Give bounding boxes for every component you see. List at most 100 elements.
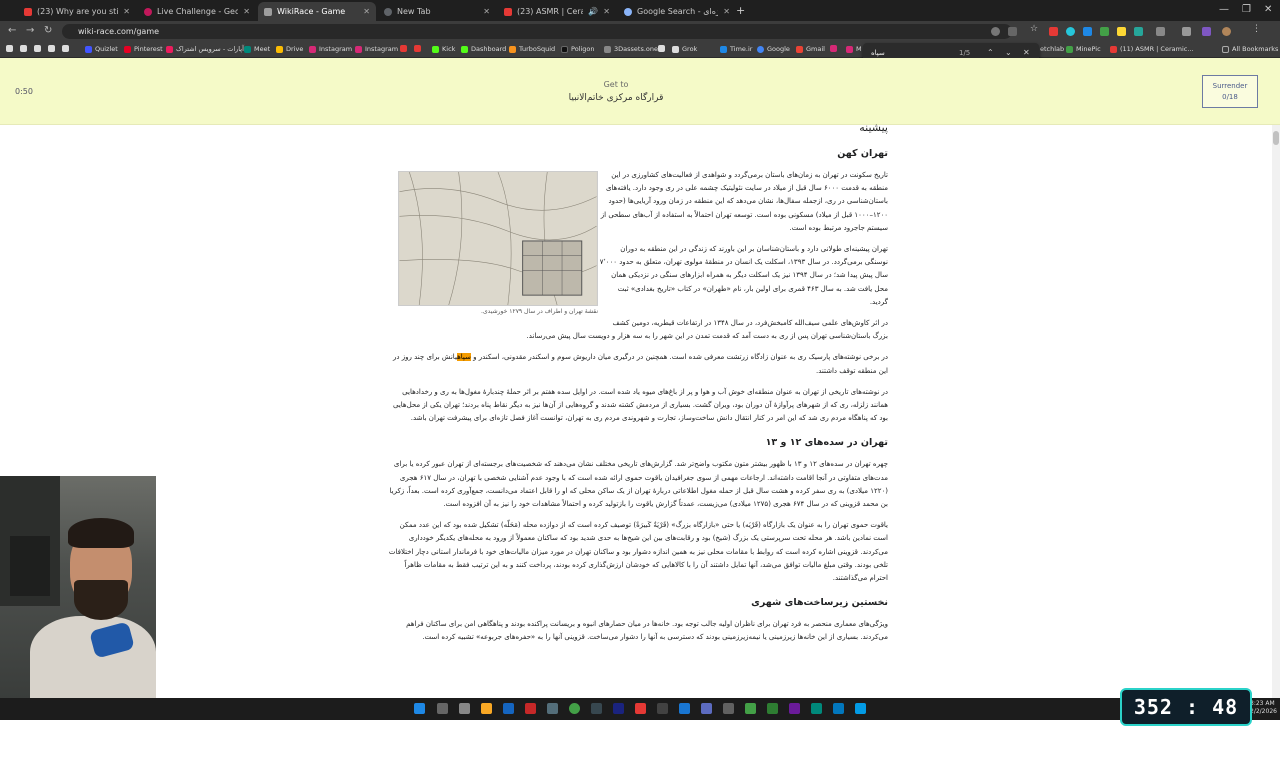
bookmark-square[interactable] [48,45,55,52]
tab-google-search[interactable]: Google Search - واژه‌ای✕ [618,2,736,21]
steam-icon[interactable] [613,703,624,714]
close-icon[interactable]: ✕ [123,7,130,16]
bookmark-minepic[interactable]: MinePic [1066,45,1101,53]
tehran-map-image[interactable] [398,171,598,306]
bookmark-m[interactable]: M [846,45,862,53]
bookmark-instagram[interactable]: Instagram [309,45,352,53]
discord-icon[interactable] [701,703,712,714]
search-icon[interactable] [503,703,514,714]
chrome-icon[interactable] [569,703,580,714]
app-icon[interactable] [679,703,690,714]
bookmark-dashboard[interactable]: Dashboard [461,45,506,53]
bookmark-pinterest[interactable]: Pinterest [124,45,163,53]
bookmark-grok[interactable]: Grok [672,45,697,53]
close-window-button[interactable]: ✕ [1264,4,1272,15]
bookmark-instagram[interactable] [830,45,837,52]
app-icon[interactable] [789,703,800,714]
system-clock[interactable]: 3:23 AM 2/2/2026 [1250,700,1277,716]
avatar[interactable] [1222,27,1231,36]
paragraph: در برخی نوشته‌های پارسیک ری به عنوان زاد… [393,353,888,375]
bookmark-turbosquid[interactable]: TurboSquid [509,45,555,53]
extension-icon[interactable] [1134,27,1143,36]
windows-start-icon[interactable] [414,703,425,714]
tab-new-tab[interactable]: New Tab ✕ [378,2,496,21]
app-icon[interactable] [635,703,646,714]
bookmark-square[interactable] [658,45,665,52]
app-icon[interactable] [811,703,822,714]
scrollbar-thumb[interactable] [1273,131,1279,145]
bookmark-youtube[interactable] [414,45,421,52]
bookmark-etchlab[interactable]: etchlab [1040,45,1064,53]
speaker-icon[interactable]: 🔊 [588,7,598,16]
all-bookmarks[interactable]: All Bookmarks [1222,45,1278,53]
bookmark-square[interactable] [6,45,13,52]
menu-icon[interactable]: ⋮ [1252,24,1261,34]
tab-youtube-2[interactable]: (23) ASMR | Ceramic Keycaps🔊✕ [498,2,616,21]
bookmark-drive[interactable]: Drive [276,45,303,53]
close-icon[interactable]: ✕ [723,7,730,16]
bookmark-aparat[interactable]: آپارات - سرویس اشتراک [166,45,244,53]
star-icon[interactable]: ☆ [1030,24,1039,34]
bookmark-square[interactable] [62,45,69,52]
extension-icon[interactable] [1049,27,1058,36]
url-input[interactable]: wiki-race.com/game [62,24,1012,39]
bookmark-3dassets[interactable]: 3Dassets.one [604,45,658,53]
obs-icon[interactable] [657,703,668,714]
bookmark-square[interactable] [20,45,27,52]
app-icon[interactable] [767,703,778,714]
reload-button[interactable]: ↻ [44,25,52,36]
close-icon[interactable]: ✕ [603,7,610,16]
streamer-body [30,616,156,698]
surrender-button[interactable]: Surrender 0/18 [1202,75,1258,108]
close-icon[interactable]: ✕ [483,7,490,16]
close-icon[interactable]: ✕ [243,7,250,16]
new-tab-button[interactable]: + [736,4,745,17]
settings-icon[interactable] [547,703,558,714]
tab-wikirace[interactable]: WikiRace - Game ✕ [258,2,376,21]
app-icon[interactable] [525,703,536,714]
eye-off-icon[interactable] [1008,27,1017,36]
bookmark-meet[interactable]: Meet [244,45,270,53]
find-input[interactable]: سپاه [871,49,885,57]
minimize-button[interactable]: — [1219,4,1229,15]
extension-icon[interactable] [1066,27,1075,36]
puzzle-icon[interactable] [1156,27,1165,36]
surrender-count: 0/18 [1222,93,1238,101]
app-icon[interactable] [833,703,844,714]
page-scrollbar[interactable] [1272,125,1280,700]
sidepanel-icon[interactable] [1202,27,1211,36]
find-prev-button[interactable]: ⌃ [987,48,994,57]
tab-youtube-1[interactable]: (23) Why are you still in touch w✕ [18,2,136,21]
app-icon[interactable] [745,703,756,714]
bookmark-instagram[interactable]: Instagram [355,45,398,53]
bookmark-timeir[interactable]: Time.ir [720,45,752,53]
app-icon[interactable] [459,703,470,714]
bookmark-youtube-asmr[interactable]: (11) ASMR | Ceramic... [1110,45,1194,53]
incognito-icon[interactable] [991,27,1000,36]
tab-geoguessr[interactable]: Live Challenge - GeoGuessr✕ [138,2,256,21]
bookmark-square[interactable] [34,45,41,52]
browser-tab-bar: (23) Why are you still in touch w✕ Live … [0,0,1280,21]
bookmark-gmail[interactable]: Gmail [796,45,825,53]
bookmark-quizlet[interactable]: Quizlet [85,45,118,53]
app-icon[interactable] [591,703,602,714]
back-button[interactable]: ← [8,25,16,36]
forward-button[interactable]: → [26,25,34,36]
close-icon[interactable]: ✕ [363,7,370,16]
bookmark-google[interactable]: Google [757,45,790,53]
extension-icon[interactable] [1117,27,1126,36]
find-close-button[interactable]: ✕ [1023,48,1030,57]
find-next-button[interactable]: ⌄ [1005,48,1012,57]
section-heading: پیشینه [859,121,888,134]
extension-icon[interactable] [1100,27,1109,36]
bookmark-youtube[interactable] [400,45,407,52]
app-icon[interactable] [855,703,866,714]
extension-icon[interactable] [1083,27,1092,36]
file-explorer-icon[interactable] [481,703,492,714]
bookmark-poligon[interactable]: Poligon [561,45,595,53]
download-icon[interactable] [1182,27,1191,36]
maximize-button[interactable]: ❐ [1242,4,1251,15]
bookmark-kick[interactable]: Kick [432,45,455,53]
task-view-icon[interactable] [437,703,448,714]
app-icon[interactable] [723,703,734,714]
